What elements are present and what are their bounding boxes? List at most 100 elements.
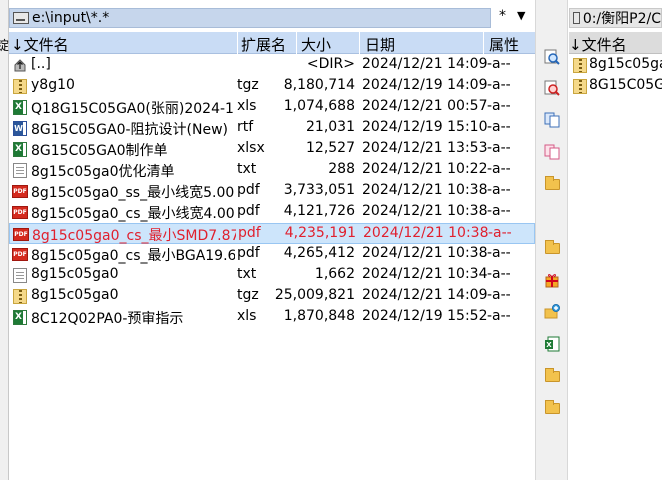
- left-window-edge: 锭: [0, 0, 9, 480]
- left-path-bar[interactable]: e:\input\*.*: [9, 8, 491, 28]
- up-dir-icon: [13, 58, 27, 73]
- file-name: 8g15c05ga: [589, 56, 662, 72]
- file-attr: -a--: [487, 77, 511, 93]
- filter-star[interactable]: *: [499, 8, 506, 24]
- file-name: 8g15c05ga0_cs_最小BGA19.69: [31, 248, 235, 264]
- file-name: 8g15c05ga0_ss_最小线宽5.000: [31, 185, 235, 201]
- file-size: 12,527: [306, 140, 355, 156]
- file-date: 2024/12/21 10:38: [363, 225, 489, 241]
- file-attr: -a--: [488, 225, 512, 241]
- table-row[interactable]: 8g15c05ga0 txt 1,662 2024/12/21 10:34 -a--: [9, 265, 535, 286]
- new-item-icon[interactable]: [542, 302, 562, 322]
- file-name: Q18G15C05GA0(张丽)2024-1..: [31, 101, 235, 117]
- copy-icon[interactable]: [542, 110, 562, 130]
- file-attr: -a--: [487, 308, 511, 324]
- folder-icon[interactable]: [542, 398, 562, 418]
- left-path-text: e:\input\*.*: [32, 10, 110, 26]
- sort-arrow-icon: ↓: [11, 36, 24, 54]
- file-attr: -a--: [487, 119, 511, 135]
- table-row[interactable]: 8g15c05ga0 tgz 25,009,821 2024/12/21 14:09-…: [9, 286, 535, 307]
- file-date: 2024/12/21 13:53: [362, 140, 488, 156]
- file-attr: -a--: [487, 161, 511, 177]
- left-file-list[interactable]: [..] <DIR> 2024/12/21 14:09 -a-- y8g10 tgz 8,1…: [9, 55, 535, 328]
- file-date: 2024/12/21 14:09: [362, 56, 488, 72]
- file-name: 8g15c05ga0: [31, 287, 119, 303]
- file-size: 1,074,688: [283, 98, 355, 114]
- paste-compare-icon[interactable]: [542, 142, 562, 162]
- file-name: 8G15C05GA0-阻抗设计(New): [31, 122, 229, 138]
- find-files-icon[interactable]: [542, 47, 562, 67]
- pdf-icon: [12, 248, 28, 261]
- list-item[interactable]: 8G15C05GA: [569, 76, 662, 97]
- archive-icon: [13, 289, 27, 304]
- excel-icon: [13, 310, 27, 325]
- archive-icon: [573, 58, 587, 73]
- file-date: 2024/12/19 15:52: [362, 308, 488, 324]
- file-name: 8g15c05ga0_cs_最小SMD7.87: [32, 228, 236, 244]
- file-size: 1,870,848: [283, 308, 355, 324]
- file-size: <DIR>: [306, 56, 355, 72]
- folder-icon[interactable]: [542, 366, 562, 386]
- table-row[interactable]: Q18G15C05GA0(张丽)2024-1..xls1,074,6882024…: [9, 97, 535, 118]
- folder-icon[interactable]: [542, 238, 562, 258]
- file-name: 8g15c05ga0_cs_最小线宽4.00..: [31, 206, 235, 222]
- file-size: 4,265,412: [283, 245, 355, 261]
- right-path-bar[interactable]: 0:/衡阳P2/C: [569, 8, 662, 28]
- table-row[interactable]: 8g15c05ga0_cs_最小BGA19.69pdf4,265,4122024…: [9, 244, 535, 265]
- text-icon: [13, 163, 27, 178]
- list-item[interactable]: 8g15c05ga: [569, 55, 662, 76]
- vertical-toolbar: X: [535, 0, 568, 480]
- column-name: 文件名: [581, 36, 627, 54]
- file-attr: -a--: [487, 266, 511, 282]
- table-row[interactable]: 8G15C05GA0制作单xlsx12,5272024/12/21 13:53-…: [9, 139, 535, 160]
- excel-icon: [13, 100, 27, 115]
- archive-icon: [573, 79, 587, 94]
- pdf-icon: [12, 185, 28, 198]
- right-column-header[interactable]: ↓文件名: [569, 32, 662, 54]
- file-name: 8G15C05GA0制作单: [31, 143, 168, 159]
- file-name: 8G15C05GA: [589, 77, 662, 93]
- file-size: 4,235,191: [284, 225, 356, 241]
- column-ext[interactable]: 扩展名: [241, 34, 286, 54]
- filter-dropdown-arrow[interactable]: ▼: [517, 9, 525, 22]
- column-attr[interactable]: 属性: [489, 34, 519, 54]
- folder-icon[interactable]: [542, 174, 562, 194]
- file-size: 21,031: [306, 119, 355, 135]
- file-size: 8,180,714: [283, 77, 355, 93]
- file-size: 4,121,726: [283, 203, 355, 219]
- table-row[interactable]: 8g15c05ga0_ss_最小线宽5.000pdf3,733,0512024/…: [9, 181, 535, 202]
- file-size: 288: [328, 161, 355, 177]
- table-row[interactable]: 8g15c05ga0_cs_最小线宽4.00..pdf4,121,7262024…: [9, 202, 535, 223]
- table-row[interactable]: 8g15c05ga0_cs_最小SMD7.87pdf4,235,1912024/…: [9, 223, 535, 244]
- file-name: 8g15c05ga0优化清单: [31, 164, 175, 180]
- file-date: 2024/12/21 00:57: [362, 98, 488, 114]
- excel-icon: [13, 142, 27, 157]
- file-name: 8C12Q02PA0-预审指示: [31, 311, 184, 327]
- gift-package-icon[interactable]: [542, 270, 562, 290]
- table-row[interactable]: 8G15C05GA0-阻抗设计(New)rtf21,0312024/12/19 …: [9, 118, 535, 139]
- table-row[interactable]: [..] <DIR> 2024/12/21 14:09 -a--: [9, 55, 535, 76]
- left-file-panel[interactable]: e:\input\*.* * ▼ ↓文件名 扩展名 大小 日期 属性 [..] <…: [9, 0, 535, 480]
- table-row[interactable]: 8C12Q02PA0-预审指示xls1,870,8482024/12/19 15…: [9, 307, 535, 328]
- right-path-text: 0:/衡阳P2/C: [582, 11, 661, 27]
- column-name[interactable]: ↓文件名: [11, 34, 69, 54]
- right-file-panel[interactable]: 0:/衡阳P2/C ↓文件名 8g15c05ga 8G15C05GA: [569, 0, 662, 480]
- column-date[interactable]: 日期: [365, 34, 395, 54]
- find-in-files-icon[interactable]: [542, 78, 562, 98]
- file-attr: -a--: [487, 245, 511, 261]
- column-size[interactable]: 大小: [301, 34, 331, 54]
- file-name: 8g15c05ga0: [31, 266, 119, 282]
- file-name: [..]: [31, 56, 51, 72]
- table-row[interactable]: 8g15c05ga0优化清单 txt 288 2024/12/21 10:22 -a--: [9, 160, 535, 181]
- file-date: 2024/12/21 10:38: [362, 182, 488, 198]
- file-date: 2024/12/21 10:38: [362, 203, 488, 219]
- file-date: 2024/12/21 10:38: [362, 245, 488, 261]
- file-size: 1,662: [314, 266, 355, 282]
- file-attr: -a--: [487, 98, 511, 114]
- sort-arrow-icon: ↓: [569, 36, 582, 54]
- file-date: 2024/12/19 14:09: [362, 77, 488, 93]
- table-row[interactable]: y8g10 tgz 8,180,714 2024/12/19 14:09 -a--: [9, 76, 535, 97]
- file-attr: -a--: [487, 182, 511, 198]
- excel-export-icon[interactable]: X: [542, 334, 562, 354]
- left-edge-glyph: 锭: [0, 39, 10, 54]
